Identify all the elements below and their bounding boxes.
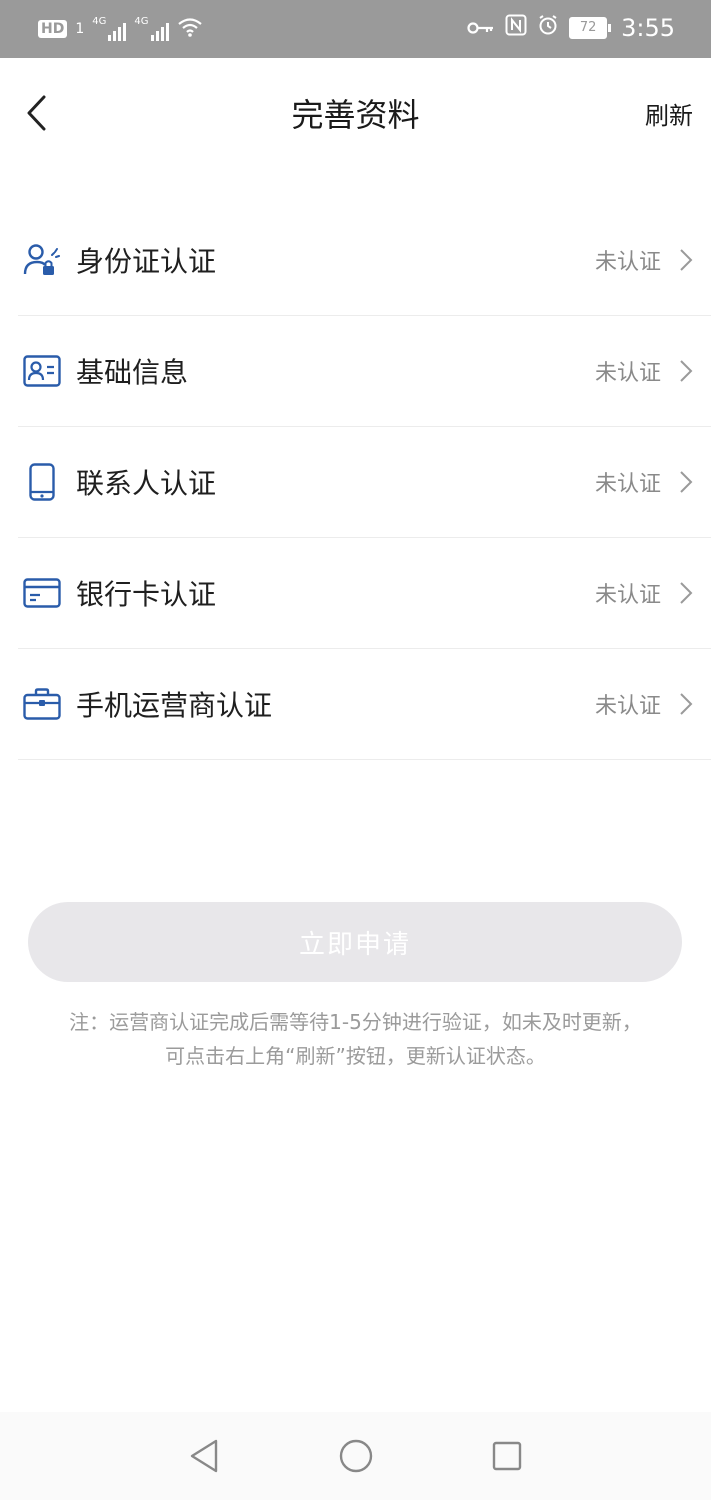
auth-status: 未认证: [594, 250, 661, 275]
auth-row-label: 身份证认证: [76, 245, 217, 278]
auth-row-bank-card[interactable]: 银行卡认证 未认证: [18, 538, 711, 649]
key-icon: [467, 14, 495, 42]
note-line-1: 注：运营商认证完成后需等待1-5分钟进行验证，如未及时更新，: [69, 1010, 642, 1034]
nav-back-button[interactable]: [184, 1436, 224, 1476]
nav-recents-button[interactable]: [487, 1436, 527, 1476]
nav-bar: 完善资料 刷新: [0, 58, 711, 168]
chevron-right-icon: [677, 357, 695, 385]
chevron-right-icon: [677, 579, 695, 607]
auth-row-basic-info[interactable]: 基础信息 未认证: [18, 316, 711, 427]
apply-now-button[interactable]: 立即申请: [28, 902, 682, 982]
status-right: 72 3:55: [467, 14, 675, 42]
triangle-back-icon: [190, 1439, 218, 1473]
circle-home-icon: [339, 1439, 373, 1473]
chevron-right-icon: [677, 468, 695, 496]
bank-card-icon: [22, 573, 62, 613]
auth-status: 未认证: [594, 361, 661, 386]
wifi-icon: [177, 16, 203, 42]
auth-row-label: 基础信息: [76, 356, 189, 389]
phone-icon: [22, 462, 62, 502]
briefcase-icon: [22, 684, 62, 724]
auth-row-carrier[interactable]: 手机运营商认证 未认证: [18, 649, 711, 760]
battery-icon: 72: [569, 17, 612, 39]
signal-1-icon: 4G: [92, 17, 127, 41]
auth-row-contact[interactable]: 联系人认证 未认证: [18, 427, 711, 538]
auth-row-label: 手机运营商认证: [76, 689, 273, 722]
alarm-icon: [537, 14, 559, 42]
system-nav-bar: [0, 1412, 711, 1500]
profile-card-icon: [22, 351, 62, 391]
note-text: 注：运营商认证完成后需等待1-5分钟进行验证，如未及时更新， 可点击右上角“刷新…: [20, 1005, 691, 1073]
status-left: HD 1 4G 4G: [38, 16, 203, 42]
auth-status: 未认证: [594, 583, 661, 608]
auth-row-label: 银行卡认证: [76, 578, 217, 611]
nfc-icon: [505, 14, 527, 42]
id-person-icon: [22, 240, 62, 280]
status-bar: HD 1 4G 4G 72 3:55: [0, 0, 711, 58]
auth-status: 未认证: [594, 472, 661, 497]
auth-status: 未认证: [594, 694, 661, 719]
sim-indicator: 1: [75, 21, 85, 37]
page-title: 完善资料: [291, 96, 420, 134]
clock: 3:55: [621, 14, 675, 42]
auth-row-id-card[interactable]: 身份证认证 未认证: [18, 205, 711, 316]
refresh-button[interactable]: 刷新: [645, 96, 693, 131]
auth-list: 身份证认证 未认证 基础信息 未认证 联系人认证 未认证 银行卡认证 未认证 手…: [18, 205, 711, 760]
auth-row-label: 联系人认证: [76, 467, 217, 500]
square-recents-icon: [492, 1441, 522, 1471]
note-line-2: 可点击右上角“刷新”按钮，更新认证状态。: [165, 1044, 546, 1068]
signal-2-icon: 4G: [134, 17, 169, 41]
nav-home-button[interactable]: [336, 1436, 376, 1476]
chevron-right-icon: [677, 246, 695, 274]
hd-badge: HD: [38, 20, 68, 38]
chevron-right-icon: [677, 690, 695, 718]
